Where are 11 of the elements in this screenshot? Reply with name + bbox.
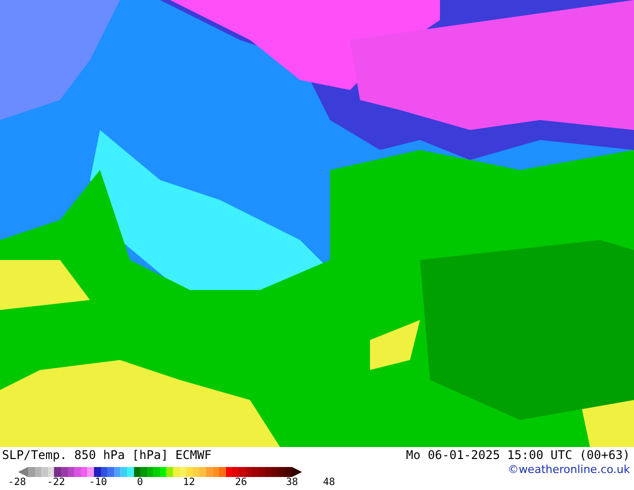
scale-tick-label: 12 xyxy=(182,477,196,488)
scale-tick-label: -10 xyxy=(88,477,108,488)
scale-tick-label: -22 xyxy=(46,477,66,488)
map-title: SLP/Temp. 850 hPa [hPa] ECMWF xyxy=(2,447,213,463)
credit-link[interactable]: ©weatheronline.co.uk xyxy=(508,463,630,476)
scale-tick-label: -28 xyxy=(6,477,28,488)
valid-time: Mo 06-01-2025 15:00 UTC (00+63) xyxy=(406,447,630,463)
scale-tick-label: 48 xyxy=(322,477,336,488)
scale-tick-label: 38 xyxy=(284,477,300,488)
scale-tick-label: 0 xyxy=(136,477,144,488)
scale-tick-label: 26 xyxy=(234,477,248,488)
